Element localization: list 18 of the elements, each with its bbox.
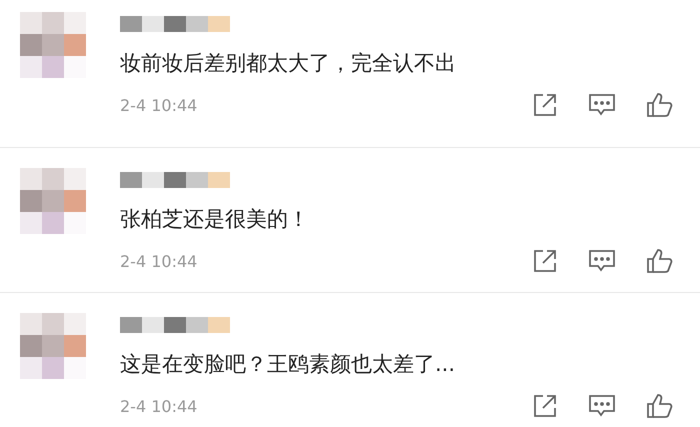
comment-text: 张柏芝还是很美的！	[120, 206, 310, 233]
thumbs-up-icon[interactable]	[646, 393, 674, 419]
comment-icon[interactable]	[588, 249, 616, 273]
comment-icon[interactable]	[588, 93, 616, 117]
comment-time: 2-4 10:44	[120, 252, 198, 270]
comment-text: 这是在变脸吧？王鸥素颜也太差了...	[120, 351, 456, 378]
comment-icon[interactable]	[588, 394, 616, 418]
thumbs-up-icon[interactable]	[646, 92, 674, 118]
comment-text: 妆前妆后差别都太大了，完全认不出	[120, 50, 457, 77]
share-icon[interactable]	[532, 92, 558, 118]
comment-time: 2-4 10:44	[120, 96, 198, 114]
blurred-avatar	[20, 12, 86, 78]
blurred-avatar	[20, 168, 86, 234]
blurred-avatar	[20, 313, 86, 379]
share-icon[interactable]	[532, 248, 558, 274]
thumbs-up-icon[interactable]	[646, 248, 674, 274]
comment-time: 2-4 10:44	[120, 396, 198, 416]
share-icon[interactable]	[532, 393, 558, 419]
